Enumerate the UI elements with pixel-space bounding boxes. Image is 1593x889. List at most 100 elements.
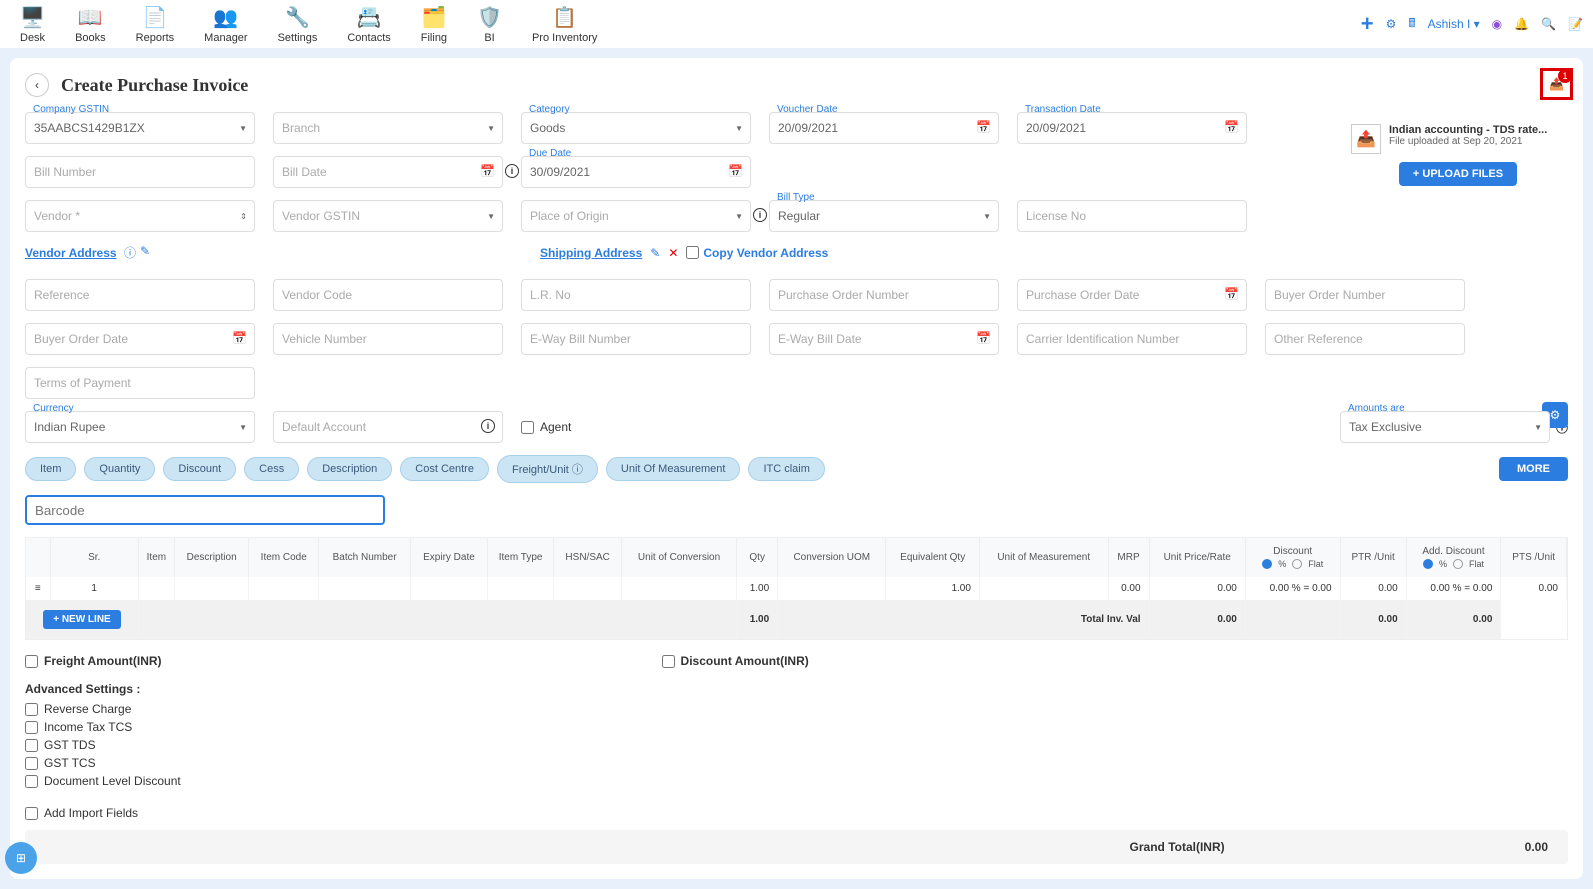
info-icon[interactable]: ⓘ [124, 244, 136, 261]
info-icon[interactable]: i [481, 419, 495, 433]
reports-icon: 📄 [142, 5, 167, 30]
contacts-icon: 📇 [357, 5, 382, 30]
pill-discount[interactable]: Discount [163, 457, 236, 481]
bill-type-select[interactable] [769, 200, 999, 232]
vendor-gstin-select[interactable] [273, 200, 503, 232]
due-date-input[interactable] [521, 156, 751, 188]
search-icon[interactable]: 🔍 [1541, 17, 1556, 31]
upload-panel: 📤 Indian accounting - TDS rate... File u… [1343, 116, 1573, 194]
vehicle-number-input[interactable] [273, 323, 503, 355]
upload-files-button[interactable]: + UPLOAD FILES [1399, 162, 1517, 186]
shipping-address-link[interactable]: Shipping Address [540, 246, 642, 260]
voucher-date-input[interactable] [769, 112, 999, 144]
bill-number-input[interactable] [25, 156, 255, 188]
back-button[interactable]: ‹ [25, 73, 49, 97]
company-gstin-select[interactable] [25, 112, 255, 144]
info-icon[interactable]: i [753, 208, 767, 222]
income-tcs-checkbox[interactable] [25, 721, 38, 734]
currency-select[interactable] [25, 411, 255, 443]
nav-settings[interactable]: 🔧Settings [278, 5, 318, 44]
amounts-select[interactable] [1340, 411, 1550, 443]
calc-icon[interactable]: 🖩 [1408, 14, 1415, 35]
edit-icon[interactable]: ✎ [140, 244, 150, 261]
gst-tds-checkbox[interactable] [25, 739, 38, 752]
license-input[interactable] [1017, 200, 1247, 232]
po-number-input[interactable] [769, 279, 999, 311]
pill-itc[interactable]: ITC claim [748, 457, 824, 481]
buyer-order-date-input[interactable] [25, 323, 255, 355]
nav-books[interactable]: 📖Books [75, 5, 106, 44]
eway-bill-no-input[interactable] [521, 323, 751, 355]
nav-desk[interactable]: 🖥️Desk [20, 5, 45, 44]
notif-icon[interactable]: 🔔 [1514, 17, 1529, 31]
note-icon[interactable]: 📝 [1568, 17, 1583, 31]
pill-quantity[interactable]: Quantity [84, 457, 155, 481]
page-title: Create Purchase Invoice [61, 75, 248, 96]
discount-pct-radio[interactable] [1262, 559, 1272, 569]
new-line-button[interactable]: + NEW LINE [43, 610, 121, 629]
badge-icon[interactable]: ◉ [1492, 17, 1502, 31]
upload-file-title: Indian accounting - TDS rate... [1389, 124, 1565, 136]
add-discount-pct-radio[interactable] [1423, 559, 1433, 569]
nav-filing[interactable]: 🗂️Filing [421, 5, 447, 44]
nav-manager[interactable]: 👥Manager [204, 5, 247, 44]
carrier-id-input[interactable] [1017, 323, 1247, 355]
po-date-input[interactable] [1017, 279, 1247, 311]
pill-description[interactable]: Description [307, 457, 392, 481]
nav-contacts[interactable]: 📇Contacts [347, 5, 390, 44]
inventory-icon: 📋 [552, 5, 577, 30]
close-icon[interactable]: ✕ [668, 246, 678, 260]
branch-select[interactable] [273, 112, 503, 144]
gear-icon[interactable]: ⚙ [1386, 17, 1397, 31]
pill-item[interactable]: Item [25, 457, 76, 481]
discount-amount-checkbox[interactable] [662, 655, 675, 668]
user-menu[interactable]: Ashish I ▾ [1428, 17, 1480, 31]
pill-freight[interactable]: Freight/Unit ⓘ [497, 455, 598, 483]
vendor-select[interactable] [25, 200, 255, 232]
add-import-checkbox[interactable] [25, 807, 38, 820]
pill-cess[interactable]: Cess [244, 457, 299, 481]
nav-reports[interactable]: 📄Reports [136, 5, 175, 44]
transaction-date-input[interactable] [1017, 112, 1247, 144]
table-row[interactable]: ≡ 1 1.00 1.00 0.00 0.00 0.00 % = 0.00 0.… [26, 577, 1567, 600]
calendar-icon: 📅 [1224, 120, 1239, 134]
agent-checkbox[interactable] [521, 421, 534, 434]
vendor-address-link[interactable]: Vendor Address [25, 246, 117, 260]
discount-flat-radio[interactable] [1292, 559, 1302, 569]
pill-cost-centre[interactable]: Cost Centre [400, 457, 489, 481]
bill-date-input[interactable] [273, 156, 503, 188]
copy-vendor-address-checkbox[interactable] [686, 246, 699, 259]
vendor-code-input[interactable] [273, 279, 503, 311]
gst-tcs-checkbox[interactable] [25, 757, 38, 770]
line-items-table: Sr. Item Description Item Code Batch Num… [26, 538, 1567, 639]
desk-icon: 🖥️ [20, 5, 45, 30]
nav-inventory[interactable]: 📋Pro Inventory [532, 5, 597, 44]
other-ref-input[interactable] [1265, 323, 1465, 355]
reverse-charge-checkbox[interactable] [25, 703, 38, 716]
calendar-icon: 📅 [1224, 287, 1239, 301]
category-select[interactable] [521, 112, 751, 144]
pill-uom[interactable]: Unit Of Measurement [606, 457, 741, 481]
doc-discount-checkbox[interactable] [25, 775, 38, 788]
buyer-order-no-input[interactable] [1265, 279, 1465, 311]
eway-bill-date-input[interactable] [769, 323, 999, 355]
attachment-badge-box[interactable]: 📤 1 [1540, 68, 1573, 100]
grand-total-label: Grand Total(INR) [1130, 840, 1225, 854]
terms-input[interactable] [25, 367, 255, 399]
default-account-input[interactable] [273, 411, 503, 443]
nav-bi[interactable]: 🛡️BI [477, 5, 502, 44]
apps-icon[interactable]: ⊞ [5, 842, 37, 874]
add-discount-flat-radio[interactable] [1453, 559, 1463, 569]
add-icon[interactable]: + [1361, 11, 1374, 37]
edit-icon[interactable]: ✎ [650, 246, 660, 260]
lr-no-input[interactable] [521, 279, 751, 311]
filing-icon: 🗂️ [421, 5, 446, 30]
freight-amount-checkbox[interactable] [25, 655, 38, 668]
info-icon[interactable]: i [505, 164, 519, 178]
more-button[interactable]: MORE [1499, 457, 1568, 481]
reference-input[interactable] [25, 279, 255, 311]
drag-handle-icon[interactable]: ≡ [26, 577, 50, 600]
grand-total-value: 0.00 [1525, 840, 1548, 854]
barcode-input[interactable] [25, 495, 385, 525]
place-origin-select[interactable] [521, 200, 751, 232]
